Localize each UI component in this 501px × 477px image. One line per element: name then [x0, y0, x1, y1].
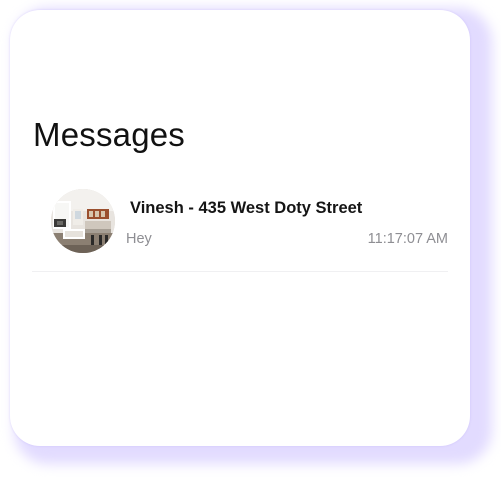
message-timestamp: 11:17:07 AM [367, 231, 448, 247]
conversation-list: Vinesh - 435 West Doty Street Hey 11:17:… [32, 186, 448, 272]
avatar [51, 189, 115, 253]
page-title: Messages [33, 116, 186, 153]
page: Messages Vinesh - 435 West Doty Street H… [0, 0, 501, 477]
message-preview: Hey [126, 231, 152, 247]
conversation-item[interactable]: Vinesh - 435 West Doty Street Hey 11:17:… [32, 186, 448, 272]
messages-card: Messages Vinesh - 435 West Doty Street H… [10, 10, 470, 446]
conversation-name: Vinesh - 435 West Doty Street [130, 199, 363, 217]
property-photo-icon [51, 189, 115, 253]
